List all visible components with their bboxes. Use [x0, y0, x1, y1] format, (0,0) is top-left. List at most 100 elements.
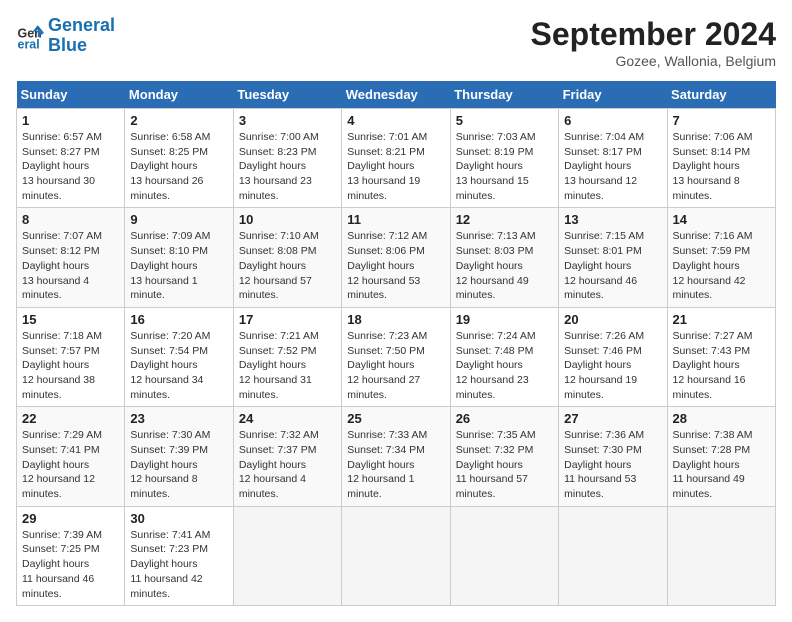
day-info: Sunrise: 7:21 AMSunset: 7:52 PMDaylight … [239, 329, 336, 402]
day-number: 14 [673, 212, 770, 227]
day-info: Sunrise: 7:03 AMSunset: 8:19 PMDaylight … [456, 130, 553, 203]
logo-text: General Blue [48, 16, 115, 56]
day-info: Sunrise: 7:41 AMSunset: 7:23 PMDaylight … [130, 528, 227, 601]
table-row: 7Sunrise: 7:06 AMSunset: 8:14 PMDaylight… [667, 109, 775, 208]
table-row: 28 Sunrise: 7:38 AMSunset: 7:28 PMDayligh… [667, 407, 775, 506]
calendar-week-row: 15 Sunrise: 7:18 AMSunset: 7:57 PMDayligh… [17, 307, 776, 406]
table-row: 16 Sunrise: 7:20 AMSunset: 7:54 PMDayligh… [125, 307, 233, 406]
day-info: Sunrise: 7:30 AMSunset: 7:39 PMDaylight … [130, 428, 227, 501]
day-info: Sunrise: 7:01 AMSunset: 8:21 PMDaylight … [347, 130, 444, 203]
table-row: 20Sunrise: 7:26 AMSunset: 7:46 PMDayligh… [559, 307, 667, 406]
table-row: 8 Sunrise: 7:07 AMSunset: 8:12 PMDaylight… [17, 208, 125, 307]
day-info: Sunrise: 7:29 AMSunset: 7:41 PMDaylight … [22, 428, 119, 501]
day-info: Sunrise: 7:33 AMSunset: 7:34 PMDaylight … [347, 428, 444, 501]
day-number: 28 [673, 411, 770, 426]
table-row: 19Sunrise: 7:24 AMSunset: 7:48 PMDayligh… [450, 307, 558, 406]
day-info: Sunrise: 7:13 AMSunset: 8:03 PMDaylight … [456, 229, 553, 302]
day-info: Sunrise: 7:15 AMSunset: 8:01 PMDaylight … [564, 229, 661, 302]
month-title: September 2024 [531, 16, 776, 53]
day-number: 22 [22, 411, 119, 426]
day-info: Sunrise: 7:00 AMSunset: 8:23 PMDaylight … [239, 130, 336, 203]
day-info: Sunrise: 7:10 AMSunset: 8:08 PMDaylight … [239, 229, 336, 302]
day-number: 30 [130, 511, 227, 526]
day-number: 25 [347, 411, 444, 426]
day-number: 12 [456, 212, 553, 227]
day-number: 4 [347, 113, 444, 128]
table-row: 1 Sunrise: 6:57 AMSunset: 8:27 PMDaylight… [17, 109, 125, 208]
calendar-week-row: 1 Sunrise: 6:57 AMSunset: 8:27 PMDaylight… [17, 109, 776, 208]
table-row: 26 Sunrise: 7:35 AMSunset: 7:32 PMDayligh… [450, 407, 558, 506]
day-info: Sunrise: 7:09 AMSunset: 8:10 PMDaylight … [130, 229, 227, 302]
header-wednesday: Wednesday [342, 81, 450, 109]
day-info: Sunrise: 7:23 AMSunset: 7:50 PMDaylight … [347, 329, 444, 402]
table-row [450, 506, 558, 605]
calendar-week-row: 29 Sunrise: 7:39 AMSunset: 7:25 PMDayligh… [17, 506, 776, 605]
day-number: 16 [130, 312, 227, 327]
day-info: Sunrise: 7:18 AMSunset: 7:57 PMDaylight … [22, 329, 119, 402]
day-number: 26 [456, 411, 553, 426]
day-number: 2 [130, 113, 227, 128]
table-row: 14 Sunrise: 7:16 AMSunset: 7:59 PMDayligh… [667, 208, 775, 307]
day-number: 6 [564, 113, 661, 128]
table-row [233, 506, 341, 605]
table-row: 3 Sunrise: 7:00 AMSunset: 8:23 PMDaylight… [233, 109, 341, 208]
table-row: 11Sunrise: 7:12 AMSunset: 8:06 PMDayligh… [342, 208, 450, 307]
day-info: Sunrise: 7:16 AMSunset: 7:59 PMDaylight … [673, 229, 770, 302]
day-info: Sunrise: 7:07 AMSunset: 8:12 PMDaylight … [22, 229, 119, 302]
day-info: Sunrise: 7:27 AMSunset: 7:43 PMDaylight … [673, 329, 770, 402]
table-row: 23 Sunrise: 7:30 AMSunset: 7:39 PMDayligh… [125, 407, 233, 506]
table-row: 9 Sunrise: 7:09 AMSunset: 8:10 PMDaylight… [125, 208, 233, 307]
day-number: 17 [239, 312, 336, 327]
day-number: 3 [239, 113, 336, 128]
table-row: 17 Sunrise: 7:21 AMSunset: 7:52 PMDayligh… [233, 307, 341, 406]
day-number: 24 [239, 411, 336, 426]
day-info: Sunrise: 7:35 AMSunset: 7:32 PMDaylight … [456, 428, 553, 501]
day-number: 9 [130, 212, 227, 227]
table-row: 13Sunrise: 7:15 AMSunset: 8:01 PMDayligh… [559, 208, 667, 307]
table-row: 2 Sunrise: 6:58 AMSunset: 8:25 PMDaylight… [125, 109, 233, 208]
calendar-week-row: 22 Sunrise: 7:29 AMSunset: 7:41 PMDayligh… [17, 407, 776, 506]
day-info: Sunrise: 7:06 AMSunset: 8:14 PMDaylight … [673, 130, 770, 203]
svg-text:eral: eral [18, 37, 40, 50]
day-number: 18 [347, 312, 444, 327]
day-number: 20 [564, 312, 661, 327]
day-info: Sunrise: 7:20 AMSunset: 7:54 PMDaylight … [130, 329, 227, 402]
page-header: Gen eral General Blue September 2024 Goz… [16, 16, 776, 69]
day-number: 5 [456, 113, 553, 128]
table-row [342, 506, 450, 605]
table-row: 15 Sunrise: 7:18 AMSunset: 7:57 PMDayligh… [17, 307, 125, 406]
day-info: Sunrise: 7:36 AMSunset: 7:30 PMDaylight … [564, 428, 661, 501]
calendar-header-row: Sunday Monday Tuesday Wednesday Thursday… [17, 81, 776, 109]
day-info: Sunrise: 7:39 AMSunset: 7:25 PMDaylight … [22, 528, 119, 601]
day-info: Sunrise: 6:58 AMSunset: 8:25 PMDaylight … [130, 130, 227, 203]
table-row: 30 Sunrise: 7:41 AMSunset: 7:23 PMDayligh… [125, 506, 233, 605]
calendar-table: Sunday Monday Tuesday Wednesday Thursday… [16, 81, 776, 606]
day-number: 23 [130, 411, 227, 426]
table-row: 12 Sunrise: 7:13 AMSunset: 8:03 PMDayligh… [450, 208, 558, 307]
table-row: 4 Sunrise: 7:01 AMSunset: 8:21 PMDaylight… [342, 109, 450, 208]
table-row [667, 506, 775, 605]
table-row: 22 Sunrise: 7:29 AMSunset: 7:41 PMDayligh… [17, 407, 125, 506]
table-row: 5 Sunrise: 7:03 AMSunset: 8:19 PMDaylight… [450, 109, 558, 208]
header-friday: Friday [559, 81, 667, 109]
day-number: 29 [22, 511, 119, 526]
table-row: 21 Sunrise: 7:27 AMSunset: 7:43 PMDayligh… [667, 307, 775, 406]
day-number: 21 [673, 312, 770, 327]
day-number: 1 [22, 113, 119, 128]
header-monday: Monday [125, 81, 233, 109]
table-row: 18 Sunrise: 7:23 AMSunset: 7:50 PMDayligh… [342, 307, 450, 406]
day-info: Sunrise: 7:38 AMSunset: 7:28 PMDaylight … [673, 428, 770, 501]
table-row: 29 Sunrise: 7:39 AMSunset: 7:25 PMDayligh… [17, 506, 125, 605]
header-sunday: Sunday [17, 81, 125, 109]
day-info: Sunrise: 6:57 AMSunset: 8:27 PMDaylight … [22, 130, 119, 203]
logo: Gen eral General Blue [16, 16, 115, 56]
calendar-week-row: 8 Sunrise: 7:07 AMSunset: 8:12 PMDaylight… [17, 208, 776, 307]
header-thursday: Thursday [450, 81, 558, 109]
header-tuesday: Tuesday [233, 81, 341, 109]
day-number: 8 [22, 212, 119, 227]
table-row: 6Sunrise: 7:04 AMSunset: 8:17 PMDaylight… [559, 109, 667, 208]
day-number: 15 [22, 312, 119, 327]
title-block: September 2024 Gozee, Wallonia, Belgium [531, 16, 776, 69]
table-row: 24Sunrise: 7:32 AMSunset: 7:37 PMDayligh… [233, 407, 341, 506]
table-row: 27Sunrise: 7:36 AMSunset: 7:30 PMDayligh… [559, 407, 667, 506]
